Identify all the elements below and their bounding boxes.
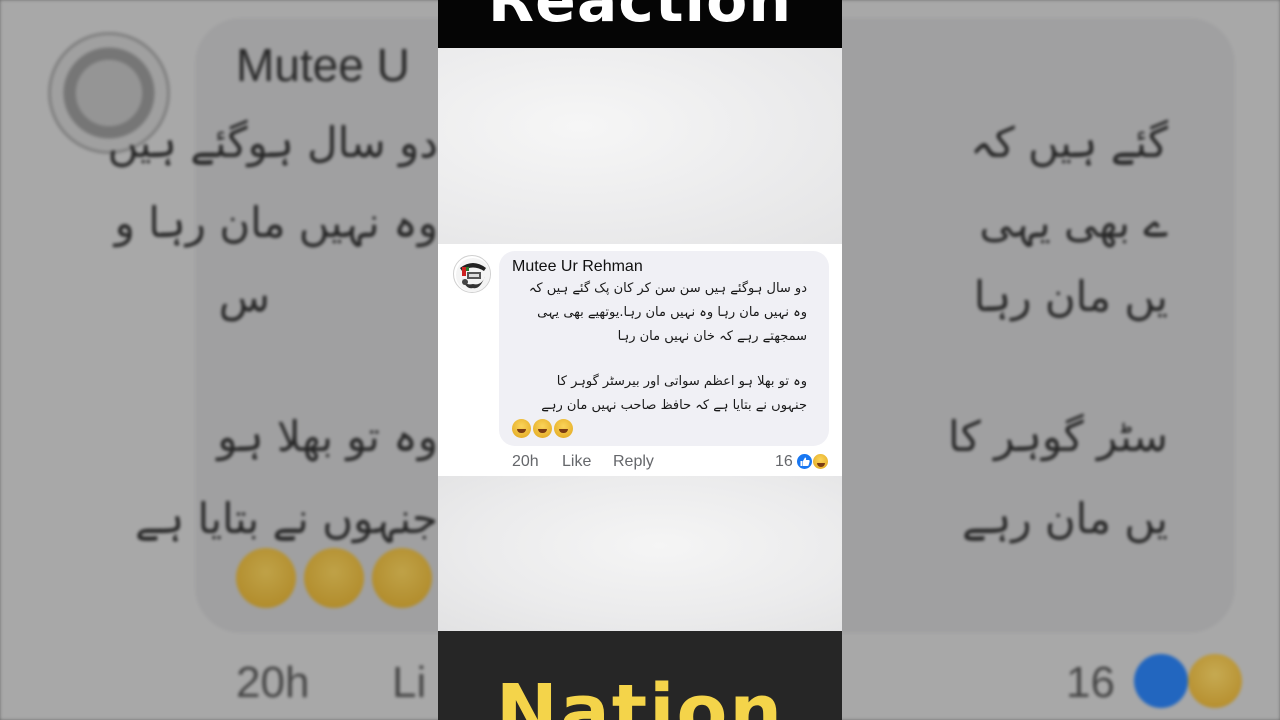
comment-line: سمجھتے رہے کہ خان نہیں مان رہا [617, 329, 807, 344]
blank-area-top [438, 48, 842, 244]
avatar[interactable] [453, 255, 491, 293]
video-frame: Reaction Mutee Ur Rehman دو سال ہوگئے ہی… [438, 0, 842, 720]
bottom-banner-title: Nation [495, 669, 785, 720]
avatar-image-icon [456, 258, 490, 292]
comment-time: 20h [512, 453, 539, 470]
comment-author[interactable]: Mutee Ur Rehman [512, 258, 643, 276]
reaction-count[interactable]: 16 [775, 453, 793, 471]
top-banner: Reaction [438, 0, 842, 48]
comment-line: جنہوں نے بتایا ہے کہ حافظ صاحب نہیں مان … [541, 398, 807, 413]
haha-reaction-icon [812, 453, 829, 470]
top-banner-title: Reaction [487, 0, 793, 36]
comment-line: وہ تو بھلا ہو اعظم سواتی اور بیرسٹر گوہر… [556, 374, 807, 389]
reply-button[interactable]: Reply [613, 453, 654, 471]
like-reaction-icon [796, 453, 813, 470]
comment-bubble: Mutee Ur Rehman دو سال ہوگئے ہیں سن سن ک… [499, 251, 829, 446]
comment-line: دو سال ہوگئے ہیں سن سن کر کان پک گئے ہیں… [528, 281, 807, 296]
relieved-emoji-icon [533, 419, 552, 438]
blank-area-bottom [438, 476, 842, 631]
facebook-comment: Mutee Ur Rehman دو سال ہوگئے ہیں سن سن ک… [438, 244, 842, 476]
bottom-banner: Nation [438, 631, 842, 720]
comment-line: وہ نہیں مان رہا وہ نہیں مان رہا.یوتھیے ب… [537, 305, 807, 320]
laughing-emoji-icon [554, 419, 573, 438]
laughing-emoji-icon [512, 419, 531, 438]
like-button[interactable]: Like [562, 453, 591, 471]
emoji-row [512, 419, 573, 438]
